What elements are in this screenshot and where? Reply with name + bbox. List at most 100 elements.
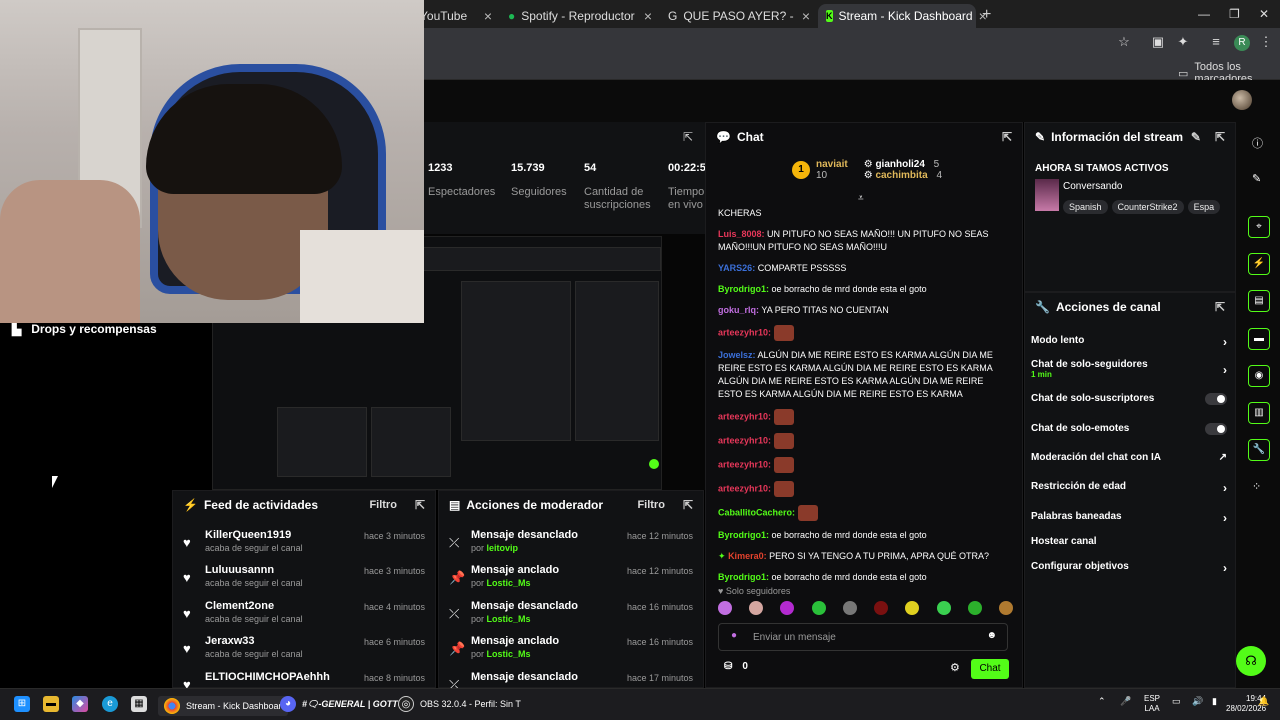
emote-icon[interactable]	[998, 601, 1013, 615]
star-icon[interactable]: ☆	[1116, 34, 1132, 50]
moderator-name[interactable]: Lostic_Ms	[487, 578, 531, 588]
network-icon[interactable]: ▭	[1172, 696, 1181, 707]
chat-username[interactable]: goku_rlq:	[718, 305, 759, 315]
top-supporter-1[interactable]: naviait 10	[816, 159, 848, 181]
chat-icon[interactable]: ▬	[1248, 328, 1270, 350]
minimize-icon[interactable]: —	[1198, 7, 1210, 21]
age-restriction[interactable]: Restricción de edad ›	[1031, 481, 1227, 495]
info-icon[interactable]: ⓘ	[1252, 135, 1263, 151]
popout-icon[interactable]: ⇱	[415, 498, 425, 512]
close-window-icon[interactable]: ✕	[1259, 7, 1269, 21]
stream-category[interactable]: Conversando	[1063, 181, 1122, 192]
emote-icon[interactable]	[842, 601, 857, 615]
popout-icon[interactable]: ⇱	[683, 498, 693, 512]
tab-youtube[interactable]: YouTube ×	[412, 4, 500, 28]
emote-icon[interactable]	[749, 601, 764, 615]
tag[interactable]: CounterStrike2	[1111, 200, 1184, 214]
chat-username[interactable]: arteezyhr10:	[718, 327, 771, 337]
chat-username[interactable]: YARS26:	[718, 263, 755, 273]
list-item[interactable]: ♥ Clement2one acaba de seguir el canal h…	[173, 600, 435, 636]
mic-icon[interactable]: 🎤	[1120, 696, 1131, 707]
file-explorer-icon[interactable]: ▬	[43, 696, 59, 712]
new-tab-icon[interactable]: +	[982, 6, 991, 24]
support-button[interactable]: ☊	[1236, 646, 1266, 676]
emote-icon[interactable]	[874, 601, 889, 615]
edit-icon[interactable]: ✎	[1191, 130, 1201, 144]
chat-username[interactable]: Byrodrigo1:	[718, 284, 769, 294]
language-indicator[interactable]: ESP LAA	[1144, 694, 1160, 714]
taskbar-app-chrome[interactable]: Stream - Kick Dashboar	[158, 696, 288, 716]
tab-kick-dashboard[interactable]: K Stream - Kick Dashboard ×	[818, 4, 987, 28]
subscribers-only-toggle[interactable]	[1205, 393, 1227, 405]
windows-start-icon[interactable]: ⊞	[14, 696, 30, 712]
extensions-icon[interactable]: ✦	[1175, 34, 1191, 50]
battery-icon[interactable]: ▮	[1212, 696, 1217, 707]
close-tab-icon[interactable]: ×	[802, 8, 810, 24]
pencil-icon[interactable]: ✎	[1252, 172, 1261, 185]
host-channel[interactable]: Hostear canal	[1031, 536, 1227, 547]
chat-username[interactable]: Jowelsz:	[718, 350, 756, 360]
chat-username[interactable]: Luis_8008:	[718, 229, 765, 239]
tag[interactable]: Espa	[1187, 200, 1221, 214]
edge-icon[interactable]: e	[102, 696, 118, 712]
tag[interactable]: Spanish	[1063, 200, 1108, 214]
avatar[interactable]	[1232, 90, 1252, 110]
document-icon[interactable]: ▤	[1248, 290, 1270, 312]
popout-icon[interactable]: ⇱	[1002, 130, 1012, 144]
moderator-name[interactable]: Lostic_Ms	[487, 649, 531, 659]
chat-message[interactable]: CaballitoCachero:	[718, 505, 1008, 521]
list-item[interactable]: 📌 Mensaje anclado por Lostic_Ms hace 12 …	[439, 564, 703, 600]
moderator-name[interactable]: leitovip	[487, 543, 519, 553]
chat-message[interactable]: arteezyhr10:	[718, 457, 1008, 473]
chat-username[interactable]: CaballitoCachero:	[718, 507, 795, 517]
chat-message[interactable]: arteezyhr10:	[718, 481, 1008, 497]
chat-username[interactable]: arteezyhr10:	[718, 411, 771, 421]
filter-button[interactable]: Filtro	[637, 499, 665, 511]
top-supporter-3[interactable]: ⚙ cachimbita 4	[864, 170, 942, 181]
chat-message[interactable]: ✦ Kimera0: PERO SI YA TENGO A TU PRIMA, …	[718, 550, 1008, 563]
volume-icon[interactable]: 🔊	[1192, 696, 1203, 707]
popout-icon[interactable]: ⇱	[683, 130, 693, 144]
chat-message[interactable]: arteezyhr10:	[718, 433, 1008, 449]
store-icon[interactable]: ▦	[131, 696, 147, 712]
chat-message[interactable]: Luis_8008: UN PITUFO NO SEAS MAÑO!!! UN …	[718, 228, 1008, 254]
bolt-icon[interactable]: ⚡	[1248, 253, 1270, 275]
settings-icon[interactable]: ⚙	[950, 661, 960, 674]
emote-icon[interactable]	[967, 601, 982, 615]
list-item[interactable]: ♥ Jeraxw33 acaba de seguir el canal hace…	[173, 635, 435, 671]
chevron-up-icon[interactable]: ⌃	[1098, 696, 1106, 707]
emotes-only-toggle[interactable]	[1205, 423, 1227, 435]
list-item[interactable]: ♥ ELTIOCHIMCHOPAehhh hace 8 minutos	[173, 671, 435, 689]
taskbar-app-obs[interactable]: ◎ OBS 32.0.4 - Perfil: Sin T	[398, 696, 521, 712]
list-item[interactable]: ♥ Luluuusannn acaba de seguir el canal h…	[173, 564, 435, 600]
list-item[interactable]: 📌 Mensaje anclado por Lostic_Ms hace 16 …	[439, 635, 703, 671]
layers-icon[interactable]: ▥	[1248, 402, 1270, 424]
chat-username[interactable]: arteezyhr10:	[718, 435, 771, 445]
configure-goals[interactable]: Configurar objetivos ›	[1031, 561, 1227, 575]
chat-message[interactable]: goku_rlq: YA PERO TITAS NO CUENTAN	[718, 304, 1008, 317]
followers-only-chat[interactable]: Chat de solo-seguidores 1 min ›	[1031, 359, 1227, 379]
notification-bell-icon[interactable]: 🔔	[1258, 696, 1269, 707]
apps-icon[interactable]: ⁘	[1252, 480, 1261, 493]
chat-username[interactable]: Byrodrigo1:	[718, 572, 769, 582]
emote-icon[interactable]	[780, 601, 795, 615]
banned-words[interactable]: Palabras baneadas ›	[1031, 511, 1227, 525]
chat-message[interactable]: Jowelsz: ALGÚN DIA ME REIRE ESTO ES KARM…	[718, 349, 1008, 401]
taskbar-app-discord[interactable]: ◕ #🗨-GENERAL | GOTTO	[280, 696, 405, 712]
sidebar-item-drops[interactable]: ▙ Drops y recompensas	[12, 322, 157, 336]
mic-icon[interactable]: ●	[731, 630, 737, 641]
filter-button[interactable]: Filtro	[369, 499, 397, 511]
send-chat-button[interactable]: Chat	[971, 659, 1009, 679]
chat-message[interactable]: arteezyhr10:	[718, 409, 1008, 425]
chat-username[interactable]: arteezyhr10:	[718, 459, 771, 469]
chat-username[interactable]: arteezyhr10:	[718, 483, 771, 493]
emote-icon[interactable]	[936, 601, 951, 615]
slow-mode[interactable]: Modo lento ›	[1031, 335, 1227, 349]
popout-icon[interactable]: ⇱	[1215, 300, 1225, 314]
media-icon[interactable]: ≡	[1208, 34, 1224, 50]
broadcast-icon[interactable]: ◉	[1248, 365, 1270, 387]
popout-icon[interactable]: ⇱	[1215, 130, 1225, 144]
list-item[interactable]: ⤫ Mensaje desanclado por leitovip hace 1…	[439, 529, 703, 565]
top-supporter-2[interactable]: ⚙ gianholi24 5	[864, 159, 942, 170]
maximize-icon[interactable]: ❐	[1229, 7, 1240, 21]
